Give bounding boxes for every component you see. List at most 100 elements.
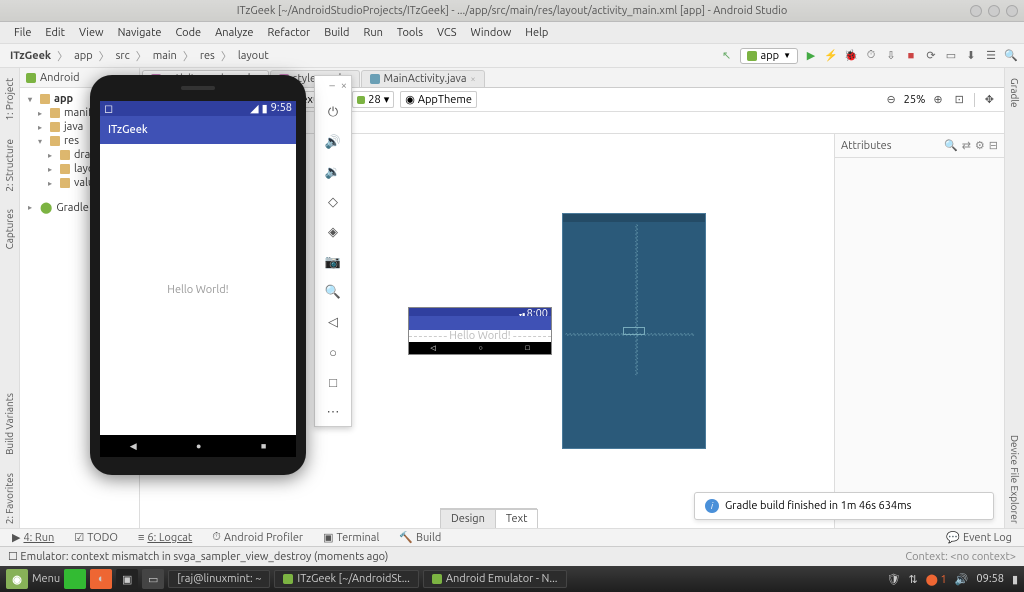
zoom-fit-icon[interactable]: ⊡ (951, 92, 968, 107)
task-emulator[interactable]: Android Emulator - N... (423, 570, 567, 588)
design-canvas[interactable]: ▾▮ 8:00 Hello World! ◁○□ ∿∿∿∿∿∿∿∿∿∿∿∿∿∿∿… (280, 134, 834, 528)
zoom-icon[interactable]: 🔍 (323, 282, 343, 302)
sdk-manager-icon[interactable]: ⬇ (964, 49, 978, 63)
menu-window[interactable]: Window (465, 25, 518, 41)
filter-icon[interactable]: ⇄ (962, 139, 971, 152)
tab-gradle[interactable]: Gradle (1007, 74, 1022, 112)
close-icon[interactable]: × (470, 74, 475, 84)
zoom-in-icon[interactable]: ⊕ (929, 92, 946, 107)
menu-edit[interactable]: Edit (39, 25, 71, 41)
tab-mainactivity[interactable]: MainActivity.java× (361, 70, 485, 87)
apply-changes-icon[interactable]: ⚡ (824, 49, 838, 63)
menu-help[interactable]: Help (519, 25, 554, 41)
zoom-out-icon[interactable]: ⊖ (882, 92, 899, 107)
menu-view[interactable]: View (73, 25, 110, 41)
crumb-main[interactable]: main (149, 50, 181, 62)
android-emulator-window[interactable]: ◻ ◢▮9:58 ITzGeek Hello World! ◀ ● ■ –× ⏻… (90, 75, 352, 475)
sync-gradle-icon[interactable]: ⟳ (924, 49, 938, 63)
maximize-button[interactable] (988, 5, 1000, 17)
gradle-notification[interactable]: i Gradle build finished in 1m 46s 634ms (694, 492, 994, 520)
tab-project[interactable]: 1: Project (2, 74, 17, 125)
settings-icon[interactable]: ⚙ (975, 139, 985, 152)
minimize-button[interactable] (970, 5, 982, 17)
emulator-close-icon[interactable]: × (341, 80, 347, 92)
run-target-icon[interactable]: ↖ (720, 49, 734, 63)
pan-icon[interactable]: ✥ (981, 92, 998, 107)
taskbar-clock[interactable]: 09:58 (976, 573, 1004, 585)
nav-home-icon[interactable]: ● (196, 441, 201, 451)
blueprint-preview[interactable]: ∿∿∿∿∿∿∿∿∿∿∿∿∿∿∿∿∿∿∿∿∿∿∿∿∿∿∿∿∿∿∿∿∿∿∿ ∿∿∿∿… (562, 213, 706, 449)
nav-recents-icon[interactable]: ■ (261, 441, 266, 451)
emulator-screen[interactable]: ◻ ◢▮9:58 ITzGeek Hello World! ◀ ● ■ (100, 101, 296, 457)
camera-icon[interactable]: 📷 (323, 252, 343, 272)
avd-manager-icon[interactable]: ▭ (944, 49, 958, 63)
terminal-icon[interactable]: ▣ (116, 569, 138, 589)
task-terminal[interactable]: [raj@linuxmint: ~ (168, 570, 270, 588)
menu-tools[interactable]: Tools (391, 25, 429, 41)
crumb-layout[interactable]: layout (234, 50, 273, 62)
tab-structure[interactable]: 2: Structure (2, 135, 17, 196)
tray-volume-icon[interactable]: 🔊 (955, 573, 969, 586)
tray-network-icon[interactable]: ⇅ (908, 573, 917, 586)
volume-down-icon[interactable]: 🔉 (323, 162, 343, 182)
crumb-root[interactable]: ITzGeek (6, 50, 55, 62)
menu-analyze[interactable]: Analyze (209, 25, 259, 41)
tab-profiler[interactable]: ⏱ Android Profiler (208, 531, 307, 544)
close-button[interactable] (1006, 5, 1018, 17)
power-icon[interactable]: ⏻ (323, 102, 343, 122)
tab-logcat[interactable]: ≡ 6: Logcat (134, 532, 196, 544)
search-everywhere-icon[interactable]: 🔍 (1004, 49, 1018, 63)
crumb-app[interactable]: app (70, 50, 97, 62)
files-icon[interactable]: ▭ (142, 569, 164, 589)
menu-vcs[interactable]: VCS (431, 25, 463, 41)
menu-label[interactable]: Menu (32, 573, 60, 585)
tray-overflow-icon[interactable]: ▮ (1012, 573, 1018, 586)
window-controls[interactable] (970, 5, 1018, 17)
run-button[interactable]: ▶ (804, 49, 818, 63)
back-icon[interactable]: ◁ (323, 312, 343, 332)
rotate-left-icon[interactable]: ◇ (323, 192, 343, 212)
crumb-res[interactable]: res (196, 50, 219, 62)
emulator-minimize-icon[interactable]: – (329, 80, 334, 92)
menu-navigate[interactable]: Navigate (112, 25, 168, 41)
tab-run[interactable]: ▶ 4: Run (8, 531, 58, 544)
tab-terminal[interactable]: ▣ Terminal (319, 531, 383, 544)
stop-button[interactable]: ■ (904, 49, 918, 63)
firefox-icon[interactable]: ◐ (90, 569, 112, 589)
tab-build-variants[interactable]: Build Variants (2, 389, 17, 459)
show-desktop-icon[interactable] (64, 569, 86, 589)
search-icon[interactable]: 🔍 (944, 139, 958, 152)
menu-code[interactable]: Code (169, 25, 207, 41)
overview-icon[interactable]: □ (323, 372, 343, 392)
project-structure-icon[interactable]: ☰ (984, 49, 998, 63)
tab-text[interactable]: Text (495, 509, 539, 528)
design-preview[interactable]: ▾▮ 8:00 Hello World! ◁○□ (408, 307, 552, 355)
collapse-icon[interactable]: ⊟ (989, 139, 998, 152)
menu-refactor[interactable]: Refactor (261, 25, 316, 41)
task-android-studio[interactable]: ITzGeek [~/AndroidSt... (274, 570, 418, 588)
run-config-dropdown[interactable]: app ▼ (740, 48, 798, 64)
tab-captures[interactable]: Captures (2, 205, 17, 253)
rotate-right-icon[interactable]: ◈ (323, 222, 343, 242)
nav-back-icon[interactable]: ◀ (130, 441, 137, 452)
emulator-navbar[interactable]: ◀ ● ■ (100, 435, 296, 457)
more-icon[interactable]: ⋯ (323, 402, 343, 422)
tab-event-log[interactable]: 💬 Event Log (942, 531, 1016, 544)
debug-button[interactable]: 🐞 (844, 49, 858, 63)
tab-todo[interactable]: ☑ TODO (70, 531, 122, 544)
start-menu-button[interactable]: ◉ (6, 569, 28, 589)
menu-run[interactable]: Run (357, 25, 388, 41)
tray-shield-icon[interactable]: 🛡 (886, 573, 900, 586)
api-dropdown[interactable]: 28 ▾ (352, 91, 394, 108)
theme-dropdown[interactable]: ◉ AppTheme (400, 91, 477, 108)
volume-up-icon[interactable]: 🔊 (323, 132, 343, 152)
tray-user-icon[interactable]: ⬤ 1 (926, 573, 947, 586)
tab-build[interactable]: 🔨 Build (395, 531, 445, 544)
home-icon[interactable]: ○ (323, 342, 343, 362)
tab-design[interactable]: Design (440, 509, 496, 528)
tab-device-file-explorer[interactable]: Device File Explorer (1007, 431, 1022, 528)
menu-file[interactable]: File (8, 25, 37, 41)
profile-button[interactable]: ⏱ (864, 49, 878, 63)
attach-debugger-icon[interactable]: ⇩ (884, 49, 898, 63)
tab-favorites[interactable]: 2: Favorites (2, 469, 17, 528)
